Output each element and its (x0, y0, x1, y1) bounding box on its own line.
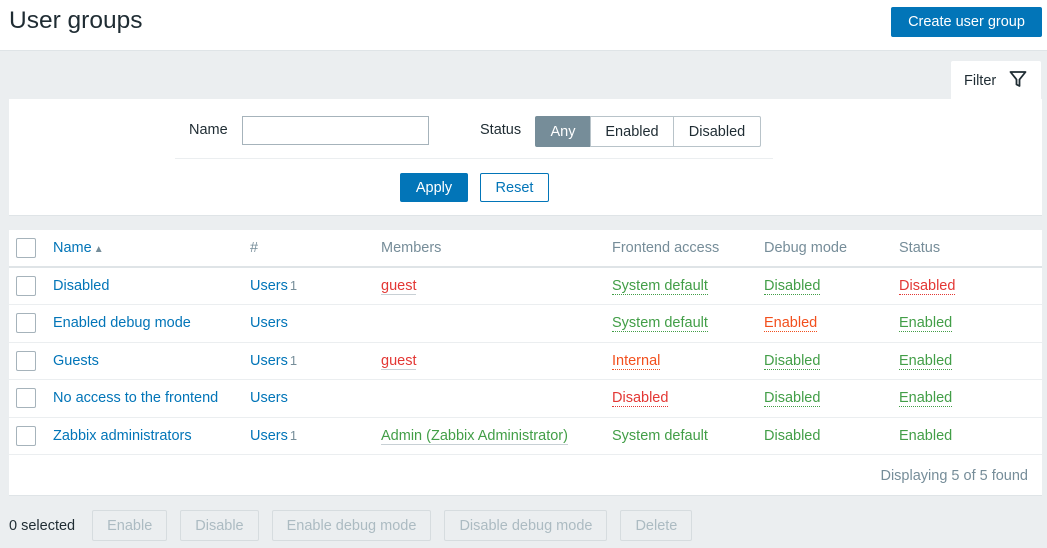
member-link[interactable]: guest (381, 278, 417, 295)
table-row: Disabled Users 1 guest System default Dis… (9, 267, 1042, 305)
debug-mode-toggle[interactable]: Enabled (764, 315, 818, 333)
frontend-access-value: System default (612, 427, 708, 444)
status-toggle[interactable]: Enabled (899, 315, 953, 333)
users-count: 1 (289, 427, 298, 443)
row-checkbox[interactable] (16, 388, 36, 409)
filter-panel: Name Status Any Enabled Disabled Apply R… (9, 99, 1042, 216)
row-checkbox[interactable] (16, 350, 36, 371)
status-toggle[interactable]: Disabled (899, 278, 956, 295)
select-all-checkbox[interactable] (16, 238, 36, 258)
status-toggle[interactable]: Enabled (899, 390, 953, 408)
apply-button[interactable]: Apply (400, 173, 468, 202)
frontend-access-toggle[interactable]: Disabled (612, 390, 669, 408)
filter-divider (175, 158, 773, 159)
group-name-link[interactable]: Zabbix administrators (53, 428, 192, 444)
users-link[interactable]: Users (250, 315, 288, 331)
users-link[interactable]: Users (250, 390, 288, 406)
mass-action-bar: 0 selected Enable Disable Enable debug m… (9, 510, 705, 541)
table-row: No access to the frontend Users Disabled… (9, 379, 1042, 418)
members-cell (381, 379, 612, 418)
status-option-enabled[interactable]: Enabled (590, 116, 674, 147)
status-filter-label: Status (480, 122, 522, 138)
status-filter-segmented: Any Enabled Disabled (535, 116, 761, 147)
reset-button[interactable]: Reset (480, 173, 549, 202)
group-name-link[interactable]: No access to the frontend (53, 390, 218, 406)
mass-enable-button[interactable]: Enable (92, 510, 168, 541)
create-user-group-button[interactable]: Create user group (891, 7, 1042, 37)
frontend-access-toggle[interactable]: System default (612, 315, 708, 333)
column-header-users: # (250, 230, 381, 268)
paging-info: Displaying 5 of 5 found (880, 468, 1028, 484)
users-count: 1 (289, 352, 298, 368)
user-groups-table: Name ▲ # Members Frontend access Debug mo… (9, 230, 1042, 455)
frontend-access-toggle[interactable]: System default (612, 278, 708, 295)
debug-mode-value: Disabled (764, 427, 821, 444)
users-count: 1 (289, 278, 298, 293)
member-link[interactable]: guest (381, 352, 417, 370)
row-checkbox[interactable] (16, 313, 36, 334)
group-name-link[interactable]: Guests (53, 353, 99, 369)
frontend-access-toggle[interactable]: Internal (612, 352, 661, 370)
column-header-status: Status (899, 230, 1042, 268)
page-title: User groups (9, 7, 143, 34)
debug-mode-toggle[interactable]: Disabled (764, 390, 821, 408)
column-header-members: Members (381, 230, 612, 268)
row-checkbox[interactable] (16, 276, 36, 296)
status-value: Enabled (899, 427, 953, 444)
debug-mode-toggle[interactable]: Disabled (764, 352, 821, 370)
mass-disable-debug-button[interactable]: Disable debug mode (444, 510, 608, 541)
table-row: Zabbix administrators Users 1 Admin (Zabb… (9, 417, 1042, 455)
row-checkbox[interactable] (16, 425, 36, 446)
users-link[interactable]: Users (250, 353, 288, 369)
group-name-link[interactable]: Enabled debug mode (53, 315, 191, 331)
debug-mode-toggle[interactable]: Disabled (764, 278, 821, 295)
name-filter-input[interactable] (242, 116, 429, 145)
sort-ascending-icon: ▲ (93, 244, 104, 255)
group-name-link[interactable]: Disabled (53, 278, 109, 294)
table-header-row: Name ▲ # Members Frontend access Debug mo… (9, 230, 1042, 268)
selected-count: 0 selected (9, 517, 76, 534)
member-link[interactable]: Admin (Zabbix Administrator) (381, 427, 568, 445)
column-name-label: Name (53, 240, 92, 256)
filter-tab[interactable]: Filter (951, 61, 1041, 100)
users-link[interactable]: Users (250, 278, 288, 294)
table-row: Enabled debug mode Users System default … (9, 304, 1042, 343)
page-header: User groups Create user group (0, 0, 1047, 51)
mass-disable-button[interactable]: Disable (180, 510, 259, 541)
user-groups-list: Name ▲ # Members Frontend access Debug mo… (9, 230, 1042, 496)
column-header-debug-mode: Debug mode (764, 230, 899, 268)
column-header-name[interactable]: Name ▲ (53, 240, 104, 256)
funnel-icon (1009, 70, 1027, 92)
members-cell (381, 304, 612, 343)
mass-enable-debug-button[interactable]: Enable debug mode (271, 510, 432, 541)
column-header-frontend-access: Frontend access (612, 230, 764, 268)
table-row: Guests Users 1 guest Internal Disabled En… (9, 342, 1042, 380)
users-link[interactable]: Users (250, 428, 288, 444)
status-toggle[interactable]: Enabled (899, 352, 953, 370)
status-option-disabled[interactable]: Disabled (673, 116, 761, 147)
filter-tab-label: Filter (964, 72, 997, 89)
status-option-any[interactable]: Any (535, 116, 591, 147)
mass-delete-button[interactable]: Delete (620, 510, 693, 541)
name-filter-label: Name (189, 122, 228, 138)
